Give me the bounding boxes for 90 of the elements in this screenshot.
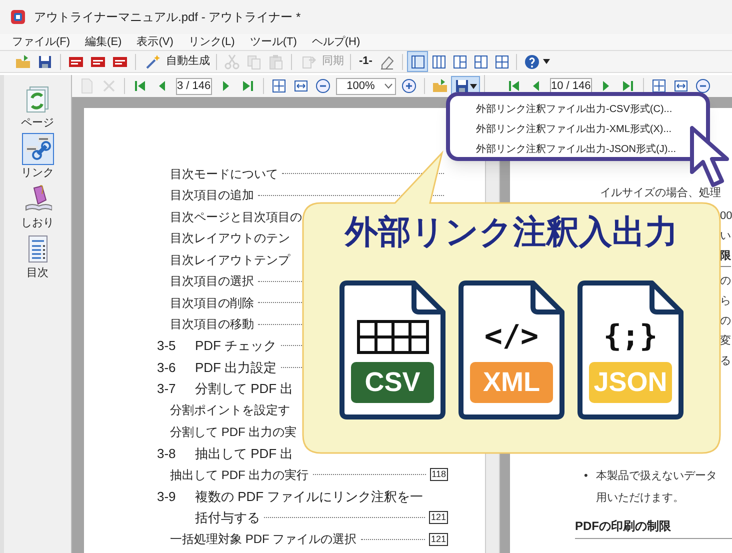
bullet-marker: • <box>584 469 588 484</box>
zoom-combo[interactable]: 100% <box>336 78 396 94</box>
layout-icon <box>452 54 468 70</box>
page-number: 118 <box>430 468 448 482</box>
chevron-icon <box>384 83 393 89</box>
menu-item[interactable]: ツール(T) <box>250 35 297 49</box>
section-title: PDF 出力設定 <box>195 358 277 376</box>
section-number: 3-5 <box>157 337 177 355</box>
page-number-button[interactable]: -1- <box>355 53 376 70</box>
section-number: 3-7 <box>157 380 177 398</box>
zoom-in-icon[interactable] <box>400 78 417 94</box>
first-page-icon[interactable] <box>132 78 148 94</box>
body-text: イルサイズの場合、処理 <box>599 186 721 200</box>
section-title: 括付与する <box>195 509 260 527</box>
format-badge: CSV <box>351 362 434 403</box>
layout-icon <box>472 54 489 70</box>
toc-entry: 目次項目の削除 <box>170 294 254 312</box>
section-number: 3-8 <box>157 444 177 462</box>
body-text: 用いただけます。 <box>596 491 685 506</box>
section-heading: PDFの印刷の制限 <box>575 517 732 539</box>
layout-icon <box>494 54 510 70</box>
menu-item[interactable]: ヘルプ(H) <box>312 35 360 49</box>
toc-entry: 一括処理対象 PDF ファイルの選択 <box>170 531 357 548</box>
leader-line <box>360 538 425 540</box>
layout-icon <box>410 54 426 70</box>
toc-entry: 目次項目の選択 <box>170 273 254 290</box>
menu-item[interactable]: 表示(V) <box>136 35 174 49</box>
caret-icon[interactable] <box>543 59 550 64</box>
toc-entry: 目次モードについて <box>170 166 278 183</box>
body-text: 変 <box>720 334 731 349</box>
page-number-field[interactable]: 3 / 146 <box>176 78 212 94</box>
format-badge: XML <box>470 362 553 403</box>
fit-width-icon[interactable] <box>292 78 309 94</box>
first-page-icon[interactable] <box>506 78 522 94</box>
toc-entry: 分割して PDF 出力の実 <box>170 424 297 441</box>
section-number: 3-6 <box>157 358 177 376</box>
layout-icon <box>430 54 447 70</box>
toc-entry: 分割ポイントを設定す <box>170 402 290 420</box>
save-icon[interactable] <box>37 54 53 70</box>
sidebar-label: リンク <box>21 166 54 180</box>
caret-icon <box>470 84 477 88</box>
body-text: の <box>720 314 731 329</box>
body-text: ら <box>720 294 731 309</box>
fit-width-icon[interactable] <box>672 78 689 94</box>
body-text: る <box>720 354 731 369</box>
menu-item[interactable]: 外部リンク注釈ファイル出力-CSV形式(C)... <box>450 100 706 120</box>
code-symbol: </> <box>484 320 539 354</box>
format-badge: JSON <box>589 362 672 403</box>
sidebar-label: しおり <box>21 216 54 230</box>
toc-entry: 目次レイアウトのテン <box>170 230 290 248</box>
toc-entry: 目次レイアウトテンプ <box>170 252 290 269</box>
auto-generate-button[interactable]: 自動生成 <box>140 53 212 70</box>
zoom-out-icon[interactable] <box>314 78 331 94</box>
section-number: 3-9 <box>157 488 177 506</box>
menu-item[interactable]: 編集(E) <box>85 35 122 49</box>
pages-icon <box>24 84 52 114</box>
window-title: アウトライナーマニュアル.pdf - アウトライナー * <box>34 9 301 26</box>
toc-entry: 目次ページと目次項目の <box>170 208 302 226</box>
body-text: い <box>720 229 731 244</box>
callout-title: 外部リンク注釈入出力 <box>345 212 678 252</box>
menu-item[interactable]: ファイル(F) <box>12 35 70 49</box>
code-symbol: {;} <box>603 320 658 354</box>
page-number: 121 <box>428 532 448 546</box>
section-title: PDF チェック <box>195 337 277 355</box>
sidebar-button[interactable] <box>22 133 54 165</box>
eraser-icon[interactable] <box>379 54 396 70</box>
body-text: の <box>720 274 731 289</box>
section-title: 複数の PDF ファイルにリンク注釈を一 <box>195 488 424 506</box>
toc-entry: 抽出して PDF 出力の実行 <box>170 466 309 484</box>
section-title: 抽出して PDF 出 <box>195 444 294 462</box>
wand-icon[interactable] <box>145 54 161 70</box>
folder-icon[interactable] <box>15 54 31 70</box>
fit-page-icon[interactable] <box>650 78 667 94</box>
layout-button[interactable] <box>407 51 428 72</box>
body-text: 00 <box>720 209 732 224</box>
toc-entry: 目次項目の追加 <box>170 187 254 204</box>
zoom-out-icon[interactable] <box>694 78 711 94</box>
section-title: 分割して PDF 出 <box>195 380 294 398</box>
table-icon <box>356 320 428 354</box>
app-icon <box>10 9 26 25</box>
sidebar-label: 目次 <box>26 266 48 280</box>
fit-page-icon[interactable] <box>270 78 287 94</box>
body-text: 本製品で扱えないデータ <box>596 469 717 484</box>
menu-item[interactable]: 外部リンク注釈ファイル出力-XML形式(X)... <box>450 120 706 140</box>
menu-item[interactable]: リンク(L) <box>188 35 235 49</box>
page-number: 121 <box>428 511 448 524</box>
folder-icon[interactable] <box>432 78 448 94</box>
help-icon[interactable] <box>524 54 540 70</box>
toc-entry: 目次項目の移動 <box>170 316 254 334</box>
sidebar-label: ページ <box>21 116 54 130</box>
